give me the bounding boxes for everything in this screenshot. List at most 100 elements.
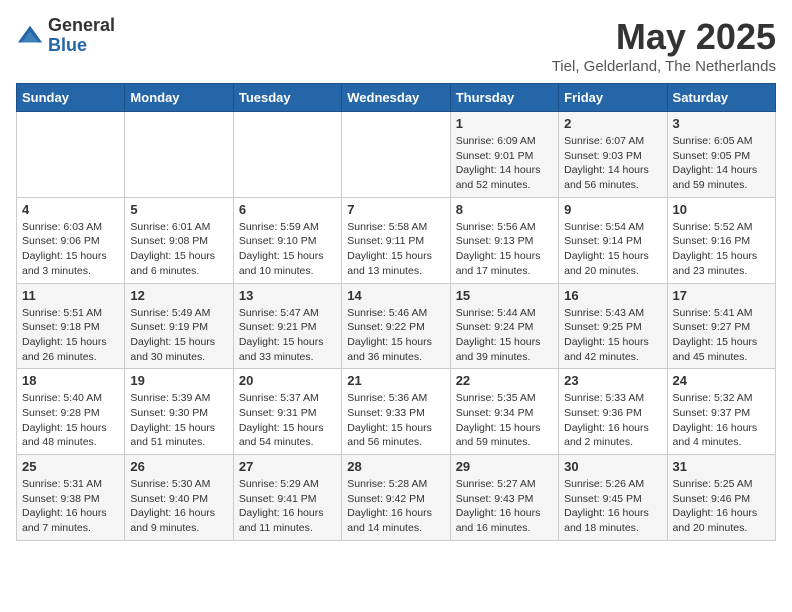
day-number: 6 [239,202,336,217]
day-info: Sunrise: 6:09 AM Sunset: 9:01 PM Dayligh… [456,134,553,193]
day-number: 25 [22,459,119,474]
calendar-cell: 3Sunrise: 6:05 AM Sunset: 9:05 PM Daylig… [667,112,775,198]
calendar-cell [125,112,233,198]
day-info: Sunrise: 5:51 AM Sunset: 9:18 PM Dayligh… [22,306,119,365]
calendar-cell: 10 Sunrise: 5:52 AM Sunset: 9:16 PM Dayli… [667,197,775,283]
calendar-cell: 1 Sunrise: 6:09 AM Sunset: 9:01 PM Daylig… [450,112,558,198]
day-number: 3 [673,116,770,131]
day-number: 28 [347,459,444,474]
day-number: 11 [22,288,119,303]
day-number: 27 [239,459,336,474]
day-info: Sunrise: 5:37 AM Sunset: 9:31 PM Dayligh… [239,391,336,450]
calendar-cell: 11 Sunrise: 5:51 AM Sunset: 9:18 PM Dayli… [17,283,125,369]
calendar-cell [342,112,450,198]
day-info: Sunrise: 5:54 AM Sunset: 9:14 PM Dayligh… [564,220,661,279]
day-number: 5 [130,202,227,217]
week-row-1: 1 Sunrise: 6:09 AM Sunset: 9:01 PM Daylig… [17,112,776,198]
calendar-cell: 23Sunrise: 5:33 AM Sunset: 9:36 PM Dayli… [559,369,667,455]
day-number: 10 [673,202,770,217]
calendar-cell: 24 Sunrise: 5:32 AM Sunset: 9:37 PM Dayli… [667,369,775,455]
day-number: 17 [673,288,770,303]
calendar-cell: 17Sunrise: 5:41 AM Sunset: 9:27 PM Dayli… [667,283,775,369]
day-info: Sunrise: 5:56 AM Sunset: 9:13 PM Dayligh… [456,220,553,279]
day-info: Sunrise: 6:07 AM Sunset: 9:03 PM Dayligh… [564,134,661,193]
day-info: Sunrise: 5:28 AM Sunset: 9:42 PM Dayligh… [347,477,444,536]
calendar-cell: 22Sunrise: 5:35 AM Sunset: 9:34 PM Dayli… [450,369,558,455]
calendar-cell: 27 Sunrise: 5:29 AM Sunset: 9:41 PM Dayli… [233,455,341,541]
calendar-subtitle: Tiel, Gelderland, The Netherlands [552,58,776,75]
calendar-title: May 2025 [552,16,776,58]
week-row-5: 25Sunrise: 5:31 AM Sunset: 9:38 PM Dayli… [17,455,776,541]
day-info: Sunrise: 5:40 AM Sunset: 9:28 PM Dayligh… [22,391,119,450]
day-number: 9 [564,202,661,217]
day-info: Sunrise: 5:43 AM Sunset: 9:25 PM Dayligh… [564,306,661,365]
day-info: Sunrise: 5:25 AM Sunset: 9:46 PM Dayligh… [673,477,770,536]
day-number: 16 [564,288,661,303]
calendar-cell: 16 Sunrise: 5:43 AM Sunset: 9:25 PM Dayli… [559,283,667,369]
day-number: 20 [239,373,336,388]
calendar-cell: 5 Sunrise: 6:01 AM Sunset: 9:08 PM Daylig… [125,197,233,283]
day-number: 12 [130,288,227,303]
day-number: 15 [456,288,553,303]
day-info: Sunrise: 5:59 AM Sunset: 9:10 PM Dayligh… [239,220,336,279]
day-info: Sunrise: 6:01 AM Sunset: 9:08 PM Dayligh… [130,220,227,279]
calendar-cell: 25Sunrise: 5:31 AM Sunset: 9:38 PM Dayli… [17,455,125,541]
day-info: Sunrise: 5:35 AM Sunset: 9:34 PM Dayligh… [456,391,553,450]
calendar-cell: 9 Sunrise: 5:54 AM Sunset: 9:14 PM Daylig… [559,197,667,283]
header-thursday: Thursday [450,84,558,112]
calendar-cell: 18 Sunrise: 5:40 AM Sunset: 9:28 PM Dayli… [17,369,125,455]
calendar-cell: 28 Sunrise: 5:28 AM Sunset: 9:42 PM Dayli… [342,455,450,541]
header-friday: Friday [559,84,667,112]
week-row-3: 11 Sunrise: 5:51 AM Sunset: 9:18 PM Dayli… [17,283,776,369]
day-info: Sunrise: 5:52 AM Sunset: 9:16 PM Dayligh… [673,220,770,279]
day-number: 13 [239,288,336,303]
calendar-cell: 31 Sunrise: 5:25 AM Sunset: 9:46 PM Dayli… [667,455,775,541]
header-monday: Monday [125,84,233,112]
day-info: Sunrise: 5:49 AM Sunset: 9:19 PM Dayligh… [130,306,227,365]
logo-blue: Blue [48,36,115,56]
logo-icon [16,22,44,50]
logo-text: General Blue [48,16,115,56]
title-block: May 2025 Tiel, Gelderland, The Netherlan… [552,16,776,75]
calendar-cell: 6 Sunrise: 5:59 AM Sunset: 9:10 PM Daylig… [233,197,341,283]
day-info: Sunrise: 5:32 AM Sunset: 9:37 PM Dayligh… [673,391,770,450]
calendar-cell: 14 Sunrise: 5:46 AM Sunset: 9:22 PM Dayli… [342,283,450,369]
day-info: Sunrise: 5:36 AM Sunset: 9:33 PM Dayligh… [347,391,444,450]
calendar-table: SundayMondayTuesdayWednesdayThursdayFrid… [16,83,776,541]
day-info: Sunrise: 5:39 AM Sunset: 9:30 PM Dayligh… [130,391,227,450]
day-info: Sunrise: 5:29 AM Sunset: 9:41 PM Dayligh… [239,477,336,536]
day-number: 7 [347,202,444,217]
day-info: Sunrise: 5:30 AM Sunset: 9:40 PM Dayligh… [130,477,227,536]
calendar-cell [233,112,341,198]
calendar-cell: 2 Sunrise: 6:07 AM Sunset: 9:03 PM Daylig… [559,112,667,198]
day-number: 24 [673,373,770,388]
day-number: 21 [347,373,444,388]
week-row-2: 4Sunrise: 6:03 AM Sunset: 9:06 PM Daylig… [17,197,776,283]
calendar-cell: 7 Sunrise: 5:58 AM Sunset: 9:11 PM Daylig… [342,197,450,283]
calendar-cell: 21 Sunrise: 5:36 AM Sunset: 9:33 PM Dayli… [342,369,450,455]
day-number: 31 [673,459,770,474]
day-number: 8 [456,202,553,217]
day-number: 18 [22,373,119,388]
calendar-cell: 13 Sunrise: 5:47 AM Sunset: 9:21 PM Dayli… [233,283,341,369]
day-number: 2 [564,116,661,131]
day-info: Sunrise: 5:44 AM Sunset: 9:24 PM Dayligh… [456,306,553,365]
logo: General Blue [16,16,115,56]
day-number: 14 [347,288,444,303]
day-info: Sunrise: 6:03 AM Sunset: 9:06 PM Dayligh… [22,220,119,279]
day-info: Sunrise: 5:46 AM Sunset: 9:22 PM Dayligh… [347,306,444,365]
day-info: Sunrise: 5:33 AM Sunset: 9:36 PM Dayligh… [564,391,661,450]
calendar-cell: 15 Sunrise: 5:44 AM Sunset: 9:24 PM Dayli… [450,283,558,369]
day-info: Sunrise: 5:58 AM Sunset: 9:11 PM Dayligh… [347,220,444,279]
calendar-cell: 20 Sunrise: 5:37 AM Sunset: 9:31 PM Dayli… [233,369,341,455]
calendar-cell: 12 Sunrise: 5:49 AM Sunset: 9:19 PM Dayli… [125,283,233,369]
header-wednesday: Wednesday [342,84,450,112]
header-saturday: Saturday [667,84,775,112]
day-info: Sunrise: 5:47 AM Sunset: 9:21 PM Dayligh… [239,306,336,365]
page-header: General Blue May 2025 Tiel, Gelderland, … [16,16,776,75]
calendar-cell: 8 Sunrise: 5:56 AM Sunset: 9:13 PM Daylig… [450,197,558,283]
day-number: 1 [456,116,553,131]
calendar-cell: 26Sunrise: 5:30 AM Sunset: 9:40 PM Dayli… [125,455,233,541]
day-number: 29 [456,459,553,474]
day-info: Sunrise: 5:27 AM Sunset: 9:43 PM Dayligh… [456,477,553,536]
